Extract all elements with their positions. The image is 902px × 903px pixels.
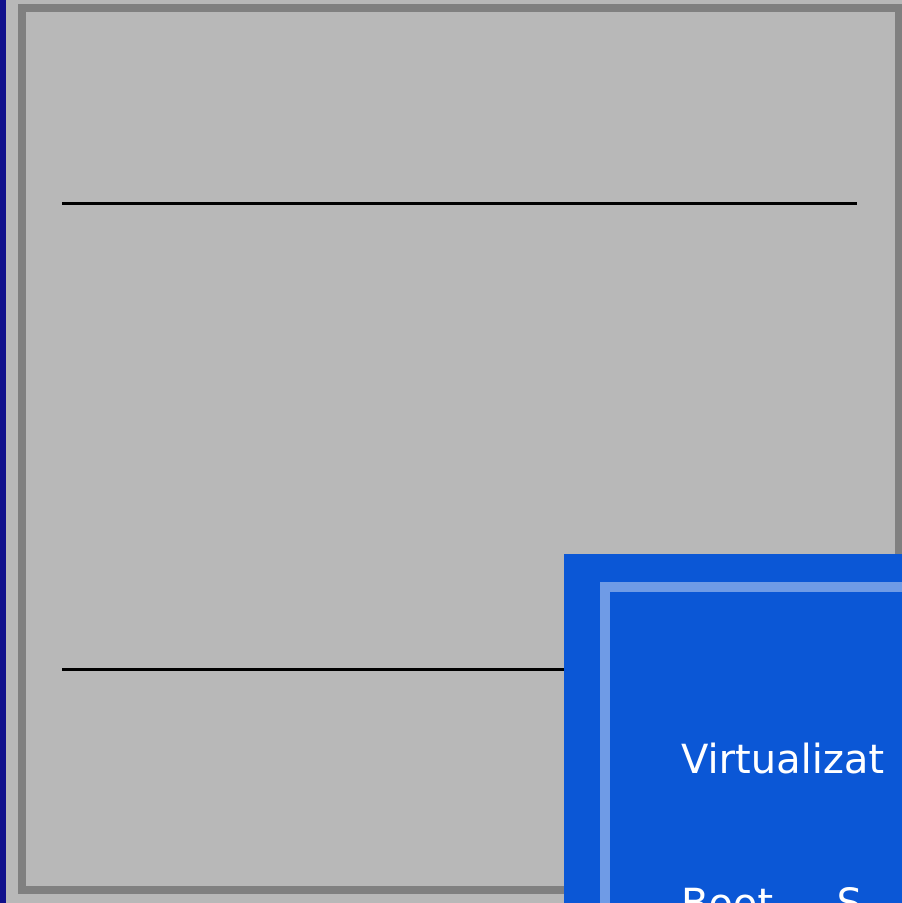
top-divider bbox=[62, 202, 857, 205]
bios-screen: Virtualizat Boot ... S bbox=[0, 0, 902, 903]
menu-item-boot[interactable]: Boot ... S bbox=[681, 880, 862, 903]
menu-item-virtualization[interactable]: Virtualizat bbox=[681, 736, 884, 784]
